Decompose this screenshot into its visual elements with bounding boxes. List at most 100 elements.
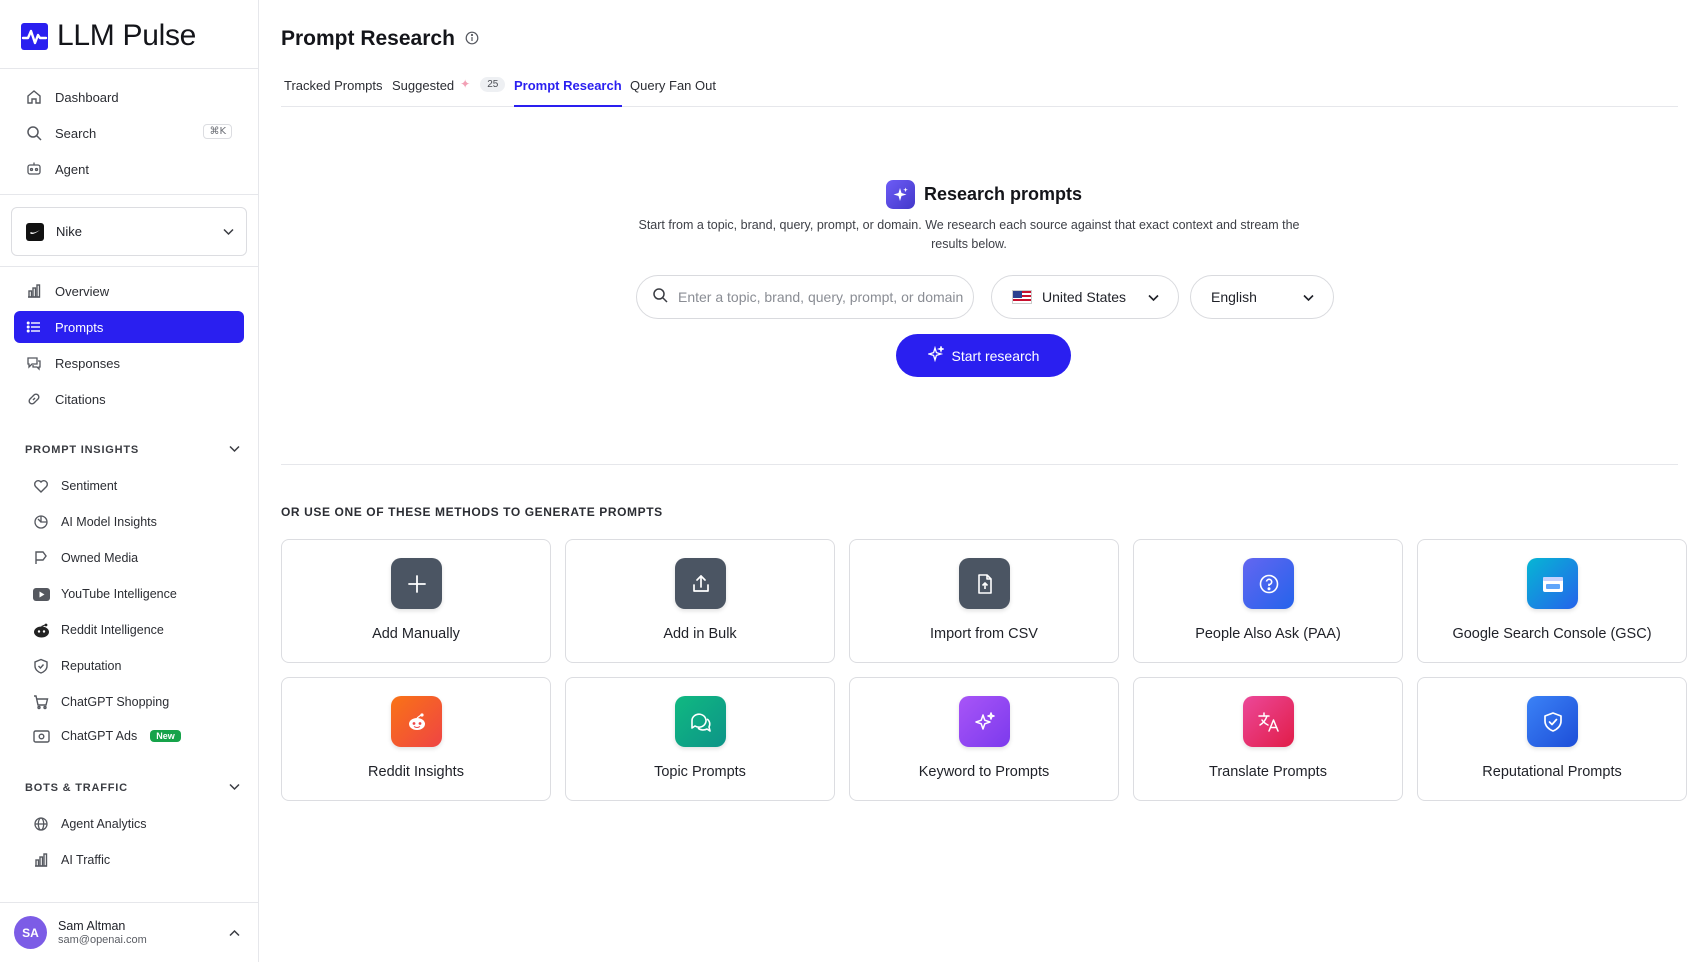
chat-icon: [25, 354, 43, 372]
chevron-down-icon: [222, 225, 235, 241]
shield-check-icon: [1527, 696, 1578, 747]
sidebar-item-label: ChatGPT Shopping: [61, 695, 170, 709]
country-select[interactable]: United States: [991, 275, 1179, 319]
section-prompt-insights[interactable]: PROMPT INSIGHTS: [25, 442, 241, 458]
sidebar-item-label: Sentiment: [61, 479, 118, 493]
sidebar-item-label: Dashboard: [55, 89, 119, 105]
country-value: United States: [1042, 289, 1127, 305]
sidebar-item-responses[interactable]: Responses: [14, 347, 244, 379]
sidebar-item-dashboard[interactable]: Dashboard: [14, 81, 244, 113]
tab-label: Query Fan Out: [630, 78, 716, 93]
start-research-button[interactable]: Start research: [896, 334, 1071, 377]
sidebar-item-ai-model-insights[interactable]: AI Model Insights: [27, 507, 247, 537]
chevron-down-icon: [1302, 291, 1315, 307]
chat-bubbles-icon: [675, 696, 726, 747]
tab-bar: Tracked Prompts Suggested ✦ 25 Prompt Re…: [281, 72, 1678, 107]
card-label: Reputational Prompts: [1482, 764, 1622, 780]
method-card-people-also-ask[interactable]: People Also Ask (PAA): [1133, 539, 1403, 663]
sidebar-item-label: Prompts: [55, 319, 104, 335]
reddit-icon: [391, 696, 442, 747]
method-card-translate-prompts[interactable]: Translate Prompts: [1133, 677, 1403, 801]
method-card-import-csv[interactable]: Import from CSV: [849, 539, 1119, 663]
ads-icon: [32, 727, 50, 745]
chevron-down-icon: [228, 780, 241, 796]
sidebar-item-chatgpt-ads[interactable]: ChatGPT Ads New: [27, 721, 247, 751]
research-title: Research prompts: [886, 180, 1082, 209]
sidebar-item-label: Overview: [55, 283, 110, 299]
sidebar-item-ai-traffic[interactable]: AI Traffic: [27, 845, 247, 875]
method-card-google-search-console[interactable]: Google Search Console (GSC): [1417, 539, 1687, 663]
heart-icon: [32, 477, 50, 495]
bar-chart-icon: [32, 851, 50, 869]
bar-chart-icon: [25, 282, 43, 300]
tab-tracked-prompts[interactable]: Tracked Prompts: [284, 78, 383, 107]
keyboard-shortcut: ⌘K: [203, 124, 232, 139]
app-logo[interactable]: LLM Pulse: [21, 18, 196, 54]
chevron-down-icon: [1147, 291, 1160, 307]
nike-logo-icon: [26, 222, 44, 241]
card-label: Keyword to Prompts: [918, 764, 1050, 780]
research-search-field[interactable]: [636, 275, 974, 319]
method-card-reputational-prompts[interactable]: Reputational Prompts: [1417, 677, 1687, 801]
card-label: Google Search Console (GSC): [1452, 626, 1652, 642]
sidebar-item-label: Reddit Intelligence: [61, 623, 164, 637]
tab-suggested[interactable]: Suggested ✦ 25: [392, 77, 506, 107]
research-title-text: Research prompts: [924, 184, 1083, 204]
sidebar-item-reddit-intelligence[interactable]: Reddit Intelligence: [27, 615, 247, 645]
robot-icon: [25, 160, 43, 178]
reddit-icon: [32, 621, 50, 639]
research-description: Start from a topic, brand, query, prompt…: [638, 218, 1300, 251]
sidebar-item-label: Citations: [55, 391, 106, 407]
method-card-topic-prompts[interactable]: Topic Prompts: [565, 677, 835, 801]
sidebar-item-agent-analytics[interactable]: Agent Analytics: [27, 809, 247, 839]
sidebar: LLM Pulse Dashboard Search ⌘K Agent Nike…: [0, 0, 259, 962]
new-badge: New: [150, 730, 181, 742]
methods-heading: OR USE ONE OF THESE METHODS TO GENERATE …: [281, 505, 663, 519]
chevron-down-icon: [228, 442, 241, 458]
card-label: Topic Prompts: [654, 764, 746, 780]
page-title-text: Prompt Research: [281, 27, 455, 50]
sidebar-item-label: Owned Media: [61, 551, 139, 565]
method-card-reddit-insights[interactable]: Reddit Insights: [281, 677, 551, 801]
home-icon: [25, 88, 43, 106]
translate-icon: [1243, 696, 1294, 747]
card-label: People Also Ask (PAA): [1195, 626, 1341, 642]
tab-label: Suggested: [392, 78, 455, 93]
sidebar-item-youtube-intelligence[interactable]: YouTube Intelligence: [27, 579, 247, 609]
brand-selector[interactable]: Nike: [11, 207, 247, 256]
method-card-add-in-bulk[interactable]: Add in Bulk: [565, 539, 835, 663]
sidebar-item-reputation[interactable]: Reputation: [27, 651, 247, 681]
sidebar-item-prompts[interactable]: Prompts: [14, 311, 244, 343]
tab-label: Tracked Prompts: [284, 78, 383, 93]
tab-prompt-research[interactable]: Prompt Research: [514, 78, 622, 107]
section-title: BOTS & TRAFFIC: [25, 782, 128, 794]
section-bots-traffic[interactable]: BOTS & TRAFFIC: [25, 780, 241, 796]
sidebar-item-chatgpt-shopping[interactable]: ChatGPT Shopping: [27, 687, 247, 717]
shield-icon: [32, 657, 50, 675]
sidebar-item-label: AI Model Insights: [61, 515, 157, 529]
card-label: Reddit Insights: [368, 764, 464, 780]
sparkles-icon: [886, 180, 915, 209]
sidebar-item-search[interactable]: Search ⌘K: [14, 117, 244, 149]
file-upload-icon: [959, 558, 1010, 609]
sidebar-item-citations[interactable]: Citations: [14, 383, 244, 415]
sidebar-item-label: AI Traffic: [61, 853, 111, 867]
method-card-keyword-to-prompts[interactable]: Keyword to Prompts: [849, 677, 1119, 801]
user-menu[interactable]: SA Sam Altman sam@openai.com: [0, 902, 259, 962]
avatar: SA: [14, 916, 47, 949]
language-select[interactable]: English: [1190, 275, 1334, 319]
sidebar-item-sentiment[interactable]: Sentiment: [27, 471, 247, 501]
globe-icon: [32, 815, 50, 833]
info-icon[interactable]: [465, 27, 479, 51]
tab-query-fan-out[interactable]: Query Fan Out: [630, 78, 716, 107]
research-search-input[interactable]: [678, 289, 963, 305]
sidebar-item-label: ChatGPT Ads: [61, 729, 138, 743]
language-value: English: [1211, 289, 1257, 305]
sidebar-item-owned-media[interactable]: Owned Media: [27, 543, 247, 573]
sidebar-item-label: Reputation: [61, 659, 122, 673]
sidebar-item-overview[interactable]: Overview: [14, 275, 244, 307]
search-icon: [25, 124, 43, 142]
sidebar-item-agent[interactable]: Agent: [14, 153, 244, 185]
method-card-add-manually[interactable]: Add Manually: [281, 539, 551, 663]
sidebar-item-label: Search: [55, 125, 97, 141]
